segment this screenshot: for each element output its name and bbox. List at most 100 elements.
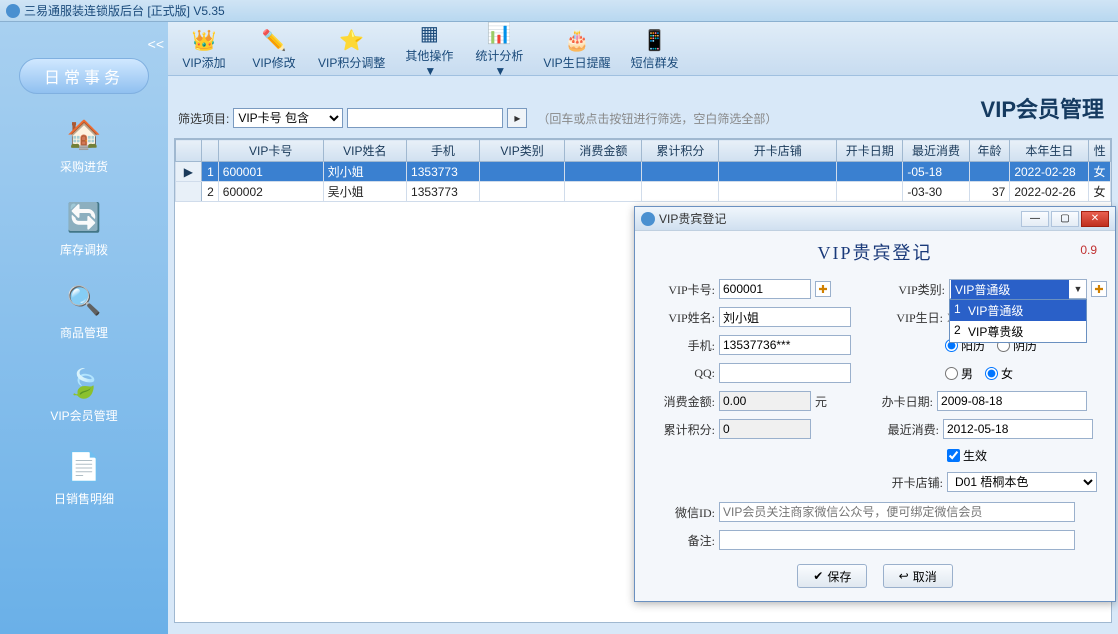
sidebar-collapse-icon[interactable]: << xyxy=(148,36,164,52)
magnify-icon: 🔍 xyxy=(60,280,108,320)
qq-label: QQ: xyxy=(653,366,715,381)
filter-go-button[interactable]: ▸ xyxy=(507,108,527,128)
grid-col-type[interactable]: VIP类别 xyxy=(479,140,565,162)
save-button[interactable]: ✔保存 xyxy=(797,564,867,588)
card-label: VIP卡号: xyxy=(653,281,715,298)
crown-plus-icon: 👑 xyxy=(178,26,230,54)
filter-label: 筛选项目: xyxy=(178,110,229,127)
card-add-button[interactable]: ✚ xyxy=(815,281,831,297)
house-icon: 🏠 xyxy=(60,114,108,154)
grid-col-amt[interactable]: 消费金额 xyxy=(565,140,642,162)
filter-value-input[interactable] xyxy=(347,108,503,128)
dialog-titlebar[interactable]: VIP贵宾登记 — ▢ ✕ xyxy=(635,207,1115,231)
shop-select[interactable]: D01 梧桐本色 xyxy=(947,472,1097,492)
filter-field-select[interactable]: VIP卡号 包含 xyxy=(233,108,343,128)
app-title: 三易通服装连锁版后台 [正式版] V5.35 xyxy=(24,2,225,19)
points-label: 累计积分: xyxy=(653,421,715,438)
card-input[interactable] xyxy=(719,279,811,299)
app-logo-icon xyxy=(6,4,20,18)
wechat-label: 微信ID: xyxy=(653,504,715,521)
sidebar-item-sales[interactable]: 📄日销售明细 xyxy=(0,446,168,507)
grid-col-bday[interactable]: 本年生日 xyxy=(1010,140,1089,162)
type-option[interactable]: 1VIP普通级 xyxy=(950,300,1086,321)
dialog-title: VIP贵宾登记 xyxy=(659,210,1019,227)
sidebar-item-goods[interactable]: 🔍商品管理 xyxy=(0,280,168,341)
filter-row: 筛选项目: VIP卡号 包含 ▸ （回车或点击按钮进行筛选，空白筛选全部） xyxy=(168,76,1118,138)
crown-edit-icon: ✏️ xyxy=(248,26,300,54)
sidebar-item-purchase[interactable]: 🏠采购进货 xyxy=(0,114,168,175)
maximize-button[interactable]: ▢ xyxy=(1051,211,1079,227)
sidebar-item-inventory[interactable]: 🔄库存调拨 xyxy=(0,197,168,258)
page-title: VIP会员管理 xyxy=(981,92,1104,124)
toolbar-sms[interactable]: 📱短信群发 xyxy=(629,26,681,71)
grid-col-shop[interactable]: 开卡店铺 xyxy=(719,140,837,162)
phone-label: 手机: xyxy=(653,337,715,354)
grid-col-open[interactable]: 开卡日期 xyxy=(837,140,903,162)
dialog-version: 0.9 xyxy=(1080,243,1097,257)
sidebar-item-label: VIP会员管理 xyxy=(0,407,168,424)
transfer-icon: 🔄 xyxy=(60,197,108,237)
type-combo[interactable]: VIP普通级▼ xyxy=(949,279,1087,299)
last-date-input[interactable] xyxy=(943,419,1093,439)
back-icon: ↩ xyxy=(899,569,909,583)
sidebar-item-label: 日销售明细 xyxy=(0,490,168,507)
type-label: VIP类别: xyxy=(887,281,945,298)
name-input[interactable] xyxy=(719,307,851,327)
leaf-icon: 🍃 xyxy=(60,363,108,403)
grid-col-sex[interactable]: 性 xyxy=(1089,140,1111,162)
chevron-down-icon: ▼ xyxy=(1070,284,1086,294)
table-row[interactable]: ▶ 1 600001 刘小姐 1353773 -05-18 2022-02-28 xyxy=(176,162,1111,182)
grid-col-name[interactable]: VIP姓名 xyxy=(323,140,406,162)
phone-input[interactable] xyxy=(719,335,851,355)
female-radio[interactable] xyxy=(985,367,998,380)
male-radio[interactable] xyxy=(945,367,958,380)
row-indicator-icon: ▶ xyxy=(176,162,202,182)
birth-label: VIP生日: xyxy=(885,309,943,326)
grid-header-row: VIP卡号 VIP姓名 手机 VIP类别 消费金额 累计积分 开卡店铺 开卡日期… xyxy=(176,140,1111,162)
grid-col-phone[interactable]: 手机 xyxy=(407,140,480,162)
close-button[interactable]: ✕ xyxy=(1081,211,1109,227)
grid-col-last[interactable]: 最近消费 xyxy=(903,140,969,162)
check-icon: ✔ xyxy=(813,569,823,583)
wechat-input[interactable] xyxy=(719,502,1075,522)
sidebar-title: 日常事务 xyxy=(19,58,149,94)
toolbar-birthday[interactable]: 🎂VIP生日提醒 xyxy=(543,26,610,71)
qq-input[interactable] xyxy=(719,363,851,383)
sidebar: << 日常事务 🏠采购进货 🔄库存调拨 🔍商品管理 🍃 VIP会员管理 📄日销售明… xyxy=(0,22,168,634)
table-row[interactable]: 2 600002 吴小姐 1353773 -03-30 37 2022-02-2… xyxy=(176,182,1111,202)
toolbar-other[interactable]: ▦其他操作▼ xyxy=(403,19,455,78)
remark-input[interactable] xyxy=(719,530,1075,550)
grid-col-card[interactable]: VIP卡号 xyxy=(218,140,323,162)
type-option[interactable]: 2VIP尊贵级 xyxy=(950,321,1086,342)
chevron-down-icon: ▼ xyxy=(475,64,525,78)
filter-hint: （回车或点击按钮进行筛选，空白筛选全部） xyxy=(537,110,777,127)
active-checkbox[interactable] xyxy=(947,449,960,462)
toolbar-vip-add[interactable]: 👑VIP添加 xyxy=(178,26,230,71)
last-label: 最近消费: xyxy=(881,421,939,438)
remark-label: 备注: xyxy=(653,532,715,549)
minimize-button[interactable]: — xyxy=(1021,211,1049,227)
shop-label: 开卡店铺: xyxy=(885,474,943,491)
amount-input xyxy=(719,391,811,411)
grid-col-pts[interactable]: 累计积分 xyxy=(642,140,719,162)
toolbar: 👑VIP添加 ✏️VIP修改 ⭐VIP积分调整 ▦其他操作▼ 📊统计分析▼ 🎂V… xyxy=(168,22,1118,76)
dialog-heading: VIP贵宾登记 xyxy=(635,239,1115,265)
toolbar-points[interactable]: ⭐VIP积分调整 xyxy=(318,26,385,71)
chevron-down-icon: ▼ xyxy=(405,64,455,78)
app-titlebar: 三易通服装连锁版后台 [正式版] V5.35 xyxy=(0,0,1118,22)
open-date-input[interactable] xyxy=(937,391,1087,411)
phone-icon: 📱 xyxy=(629,26,681,54)
grid-col-indicator xyxy=(176,140,202,162)
grid-col-age[interactable]: 年龄 xyxy=(969,140,1010,162)
crown-star-icon: ⭐ xyxy=(318,26,385,54)
toolbar-stats[interactable]: 📊统计分析▼ xyxy=(473,19,525,78)
cake-icon: 🎂 xyxy=(543,26,610,54)
cancel-button[interactable]: ↩取消 xyxy=(883,564,953,588)
chart-icon: 📊 xyxy=(473,19,525,47)
grid-col-num[interactable] xyxy=(201,140,218,162)
toolbar-vip-edit[interactable]: ✏️VIP修改 xyxy=(248,26,300,71)
content-area: 👑VIP添加 ✏️VIP修改 ⭐VIP积分调整 ▦其他操作▼ 📊统计分析▼ 🎂V… xyxy=(168,22,1118,634)
type-dropdown: 1VIP普通级 2VIP尊贵级 xyxy=(949,299,1087,343)
sidebar-item-vip[interactable]: 🍃 VIP会员管理 xyxy=(0,363,168,424)
type-add-button[interactable]: ✚ xyxy=(1091,281,1107,297)
